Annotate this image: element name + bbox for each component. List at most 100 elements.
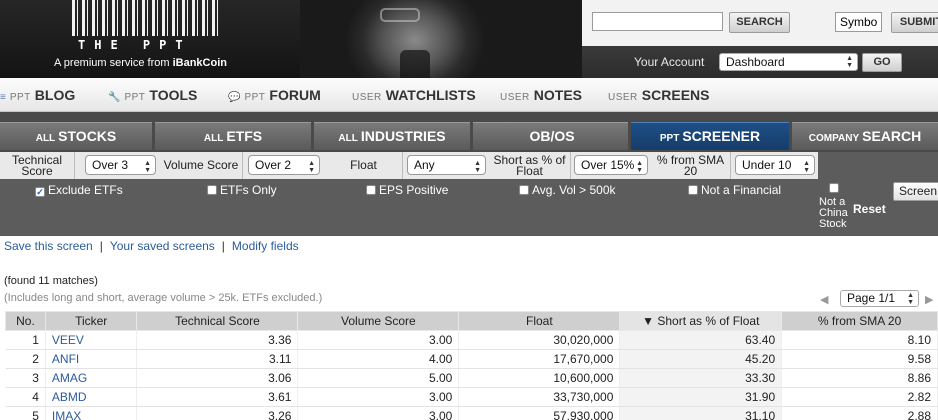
modify-fields-link[interactable]: Modify fields <box>232 239 299 253</box>
checkbox-icon <box>519 185 529 195</box>
col-header-ticker[interactable]: Ticker <box>44 311 138 331</box>
nav-prefix: PPT <box>124 92 146 103</box>
tab-all-etfs[interactable]: ALL ETFS <box>155 122 311 150</box>
tab-bar: ALL STOCKS ALL ETFS ALL INDUSTRIES OB/OS PP… <box>0 112 938 152</box>
nav-item-blog[interactable]: ≡ PPT BLOG <box>0 87 75 105</box>
ticker-link[interactable]: ANFI <box>45 349 138 369</box>
col-header-short-float[interactable]: ▼ Short as % of Float <box>619 311 783 331</box>
ticker-link[interactable]: IMAX <box>45 406 138 420</box>
nav-item-tools[interactable]: 🔧 PPT TOOLS <box>108 87 197 105</box>
tab-all-industries[interactable]: ALL INDUSTRIES <box>314 122 470 150</box>
select-arrows-icon: ▲ ▼ <box>144 160 151 174</box>
not-china-checkbox[interactable] <box>829 183 839 193</box>
ticker-link[interactable]: ABMD <box>45 387 138 407</box>
table-row: 1 VEEV 3.36 3.00 30,020,000 63.40 8.10 <box>5 330 938 350</box>
tab-obos[interactable]: OB/OS <box>473 122 628 150</box>
select-value: Any <box>414 158 435 172</box>
checkbox-icon <box>366 185 376 195</box>
search-input[interactable] <box>592 12 723 31</box>
select-value: Over 15% <box>581 158 635 172</box>
cell-short-float: 45.20 <box>619 349 783 369</box>
select-arrows-icon: ▲ ▼ <box>846 55 853 69</box>
search-button[interactable]: SEARCH <box>729 12 790 33</box>
tab-all-stocks[interactable]: ALL STOCKS <box>0 122 152 150</box>
float-select[interactable]: Any ▲ ▼ <box>407 155 486 175</box>
cell-short-float: 63.40 <box>619 330 783 350</box>
ticker-link[interactable]: AMAG <box>45 368 138 388</box>
cell-volume-score: 4.00 <box>297 349 460 369</box>
blog-icon: ≡ <box>0 92 6 103</box>
nav-label: BLOG <box>34 87 76 103</box>
results-table: No. Ticker Technical Score Volume Score … <box>5 311 938 420</box>
volume-score-label: Volume Score <box>160 152 243 179</box>
avg-vol-checkbox[interactable]: Avg. Vol > 500k <box>519 183 616 197</box>
save-screen-link[interactable]: Save this screen <box>4 239 93 253</box>
cell-sma20: 8.86 <box>781 368 938 388</box>
short-float-select[interactable]: Over 15% ▲ ▼ <box>574 155 648 175</box>
not-financial-checkbox[interactable]: Not a Financial <box>688 183 781 197</box>
brand-logo-area[interactable]: THE PPT A premium service from iBankCoin <box>0 0 300 78</box>
tab-company-search[interactable]: COMPANY SEARCH <box>792 122 938 150</box>
nav-item-forum[interactable]: 💬 PPT FORUM <box>228 87 321 105</box>
nav-label: WATCHLISTS <box>385 87 476 103</box>
tab-ppt-screener[interactable]: PPT SCREENER <box>631 122 789 150</box>
col-header-volume-score[interactable]: Volume Score <box>297 311 460 331</box>
col-header-technical-score[interactable]: Technical Score <box>136 311 299 331</box>
reset-link[interactable]: Reset <box>853 202 886 216</box>
tagline: A premium service from iBankCoin <box>54 57 227 69</box>
eps-positive-checkbox[interactable]: EPS Positive <box>366 183 448 197</box>
nav-item-notes[interactable]: USER NOTES <box>500 87 582 105</box>
tab-label: OB/OS <box>529 128 575 144</box>
cell-float: 57,930,000 <box>458 406 621 420</box>
cell-volume-score: 3.00 <box>297 387 460 407</box>
tab-prefix: ALL <box>35 133 56 144</box>
select-arrows-icon: ▲ ▼ <box>907 292 914 306</box>
tab-prefix: ALL <box>338 133 358 144</box>
account-select[interactable]: Dashboard ▲ ▼ <box>719 53 858 71</box>
cell-float: 10,600,000 <box>458 368 621 388</box>
cell-volume-score: 3.00 <box>297 330 460 350</box>
page-select[interactable]: Page 1/1 ▲ ▼ <box>840 290 919 307</box>
includes-note: (Includes long and short, average volume… <box>4 292 323 304</box>
header-photo <box>300 0 582 78</box>
col-header-sma20[interactable]: % from SMA 20 <box>781 311 938 331</box>
next-page-icon[interactable]: ▶ <box>925 293 933 306</box>
nav-item-watchlists[interactable]: USER WATCHLISTS <box>352 87 476 105</box>
nav-label: NOTES <box>533 87 583 103</box>
barcode-logo-icon <box>72 0 220 36</box>
cell-no: 4 <box>5 387 46 407</box>
exclude-etfs-checkbox[interactable]: ✓ Exclude ETFs <box>35 183 123 197</box>
nav-label: SCREENS <box>641 87 710 103</box>
tab-label: ETFS <box>226 128 263 144</box>
nav-item-screens[interactable]: USER SCREENS <box>608 87 709 105</box>
checkbox-icon <box>207 185 217 195</box>
nav-label: TOOLS <box>149 87 198 103</box>
technical-score-select[interactable]: Over 3 ▲ ▼ <box>85 155 156 175</box>
saved-screens-link[interactable]: Your saved screens <box>110 239 215 253</box>
submit-button[interactable]: SUBMIT <box>891 12 938 33</box>
sma20-select[interactable]: Under 10 ▲ ▼ <box>735 155 815 175</box>
ticker-link[interactable]: VEEV <box>45 330 138 350</box>
separator: | <box>99 239 103 253</box>
short-float-label: Short as % of Float <box>489 152 571 179</box>
cell-short-float: 31.90 <box>619 387 783 407</box>
cell-technical-score: 3.06 <box>136 368 299 388</box>
table-row: 5 IMAX 3.26 3.00 57,930,000 31.10 2.88 <box>5 406 938 420</box>
go-button[interactable]: GO <box>862 53 902 72</box>
sma20-label: % from SMA 20 <box>651 152 731 179</box>
col-header-no[interactable]: No. <box>5 311 46 331</box>
cell-sma20: 9.58 <box>781 349 938 369</box>
tab-label: STOCKS <box>58 128 117 144</box>
col-header-float[interactable]: Float <box>458 311 621 331</box>
cell-no: 1 <box>5 330 46 350</box>
prev-page-icon[interactable]: ◀ <box>820 293 828 306</box>
screen-button[interactable]: Screen <box>893 182 938 201</box>
volume-score-select[interactable]: Over 2 ▲ ▼ <box>248 155 320 175</box>
tab-label: SCREENER <box>682 128 761 144</box>
select-arrows-icon: ▲ ▼ <box>636 160 643 174</box>
brand-word: THE PPT <box>78 38 192 52</box>
etfs-only-checkbox[interactable]: ETFs Only <box>207 183 277 197</box>
tab-label: SEARCH <box>862 128 922 144</box>
symbol-input[interactable] <box>835 12 882 32</box>
tab-prefix: PPT <box>659 133 680 144</box>
